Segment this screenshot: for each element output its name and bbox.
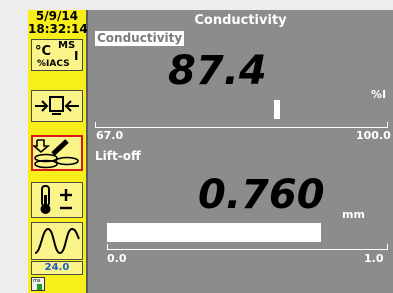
main-display: Conductivity Conductivity 87.4 %I 67.0 1…: [88, 10, 393, 293]
deg-c-label: °C: [35, 44, 52, 59]
liftoff-scale: [107, 249, 388, 250]
sidebar-value: 24.0: [31, 261, 83, 275]
instrument-screen: 5/9/14 18:32:14 °C MS I %IACS 24.0 ms Co…: [28, 10, 393, 293]
null-button[interactable]: [31, 90, 83, 122]
conductivity-scale-start-tick: [95, 122, 96, 127]
liftoff-scale-start-tick: [107, 244, 108, 249]
conductivity-scale-max: 100.0: [356, 129, 391, 142]
waveform-button[interactable]: [31, 222, 83, 260]
sidebar: 5/9/14 18:32:14 °C MS I %IACS 24.0 ms: [28, 10, 88, 293]
time-text: 18:32:14: [28, 22, 88, 36]
pct-iacs-label: %IACS: [37, 59, 70, 69]
temperature-button[interactable]: [31, 182, 83, 218]
null-probe-icon: [35, 96, 79, 115]
datetime-display: 5/9/14 18:32:14: [28, 10, 88, 36]
ms-label: MS: [58, 40, 76, 51]
conductivity-value: 87.4: [168, 48, 267, 94]
conductivity-indicator: [273, 100, 280, 119]
conductivity-unit: %I: [371, 88, 387, 101]
liftoff-scale-max: 1.0: [364, 252, 384, 265]
liftoff-label: Lift-off: [95, 149, 141, 163]
units-button[interactable]: °C MS I %IACS: [31, 39, 83, 71]
page-title: Conductivity: [194, 13, 287, 28]
conductivity-scale-min: 67.0: [96, 129, 124, 142]
conductivity-tag: Conductivity: [95, 31, 185, 46]
liftoff-unit: mm: [342, 208, 365, 221]
probe-calibration-icon: [33, 139, 79, 169]
liftoff-scale-min: 0.0: [107, 252, 127, 265]
conductivity-scale-end-tick: [387, 122, 388, 127]
conductivity-scale: [95, 127, 388, 128]
liftoff-scale-end-tick: [387, 244, 388, 249]
liftoff-bar: [107, 223, 321, 242]
temperature-compensation-icon: [40, 185, 72, 214]
battery-icon: ms: [31, 277, 45, 291]
waveform-icon: [34, 227, 80, 255]
liftoff-value: 0.760: [198, 172, 325, 218]
battery-level: [37, 284, 42, 290]
calibration-button[interactable]: [31, 135, 83, 171]
unit-i-label: I: [74, 49, 79, 63]
